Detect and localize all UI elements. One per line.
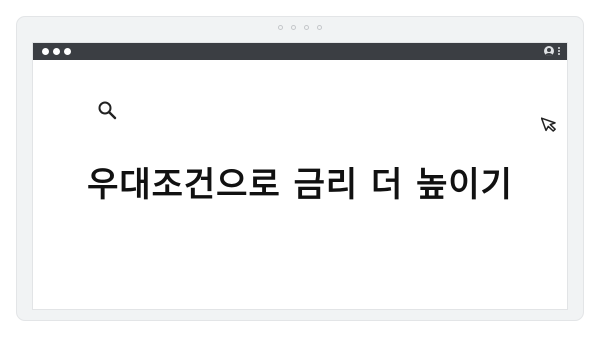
indicator-dot: [304, 25, 309, 30]
user-icon[interactable]: [544, 46, 554, 56]
slide-headline: 우대조건으로 금리 더 높이기: [87, 165, 513, 205]
maximize-dot[interactable]: [64, 48, 71, 55]
search-icon: [98, 101, 117, 120]
window-controls: [42, 48, 71, 55]
titlebar-actions: [544, 46, 560, 56]
indicator-dot: [291, 25, 296, 30]
indicator-dot: [317, 25, 322, 30]
cursor-icon: [541, 117, 556, 132]
window-titlebar: [33, 43, 567, 60]
more-vertical-icon[interactable]: [558, 47, 560, 55]
screenshot-frame: 우대조건으로 금리 더 높이기: [0, 0, 600, 338]
frame-indicator-dots: [17, 25, 583, 30]
minimize-dot[interactable]: [53, 48, 60, 55]
browser-window: 우대조건으로 금리 더 높이기: [32, 42, 568, 310]
device-frame: 우대조건으로 금리 더 높이기: [16, 16, 584, 321]
indicator-dot: [278, 25, 283, 30]
close-dot[interactable]: [42, 48, 49, 55]
